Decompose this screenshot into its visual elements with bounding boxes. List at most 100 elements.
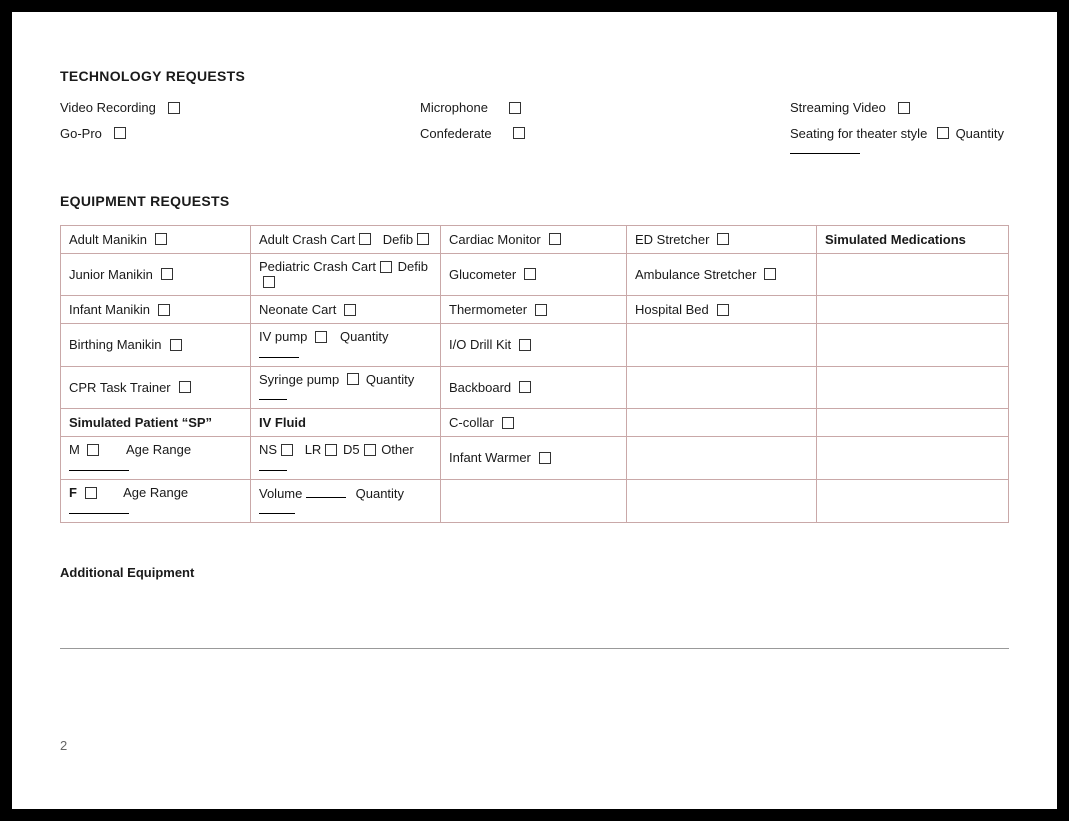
junior-manikin-checkbox[interactable] xyxy=(161,268,173,280)
iv-pump-quantity-label: Quantity xyxy=(340,329,388,344)
adult-manikin-checkbox[interactable] xyxy=(155,233,167,245)
microphone-label: Microphone xyxy=(420,100,488,115)
table-row: Adult Manikin Adult Crash Cart Defib Car… xyxy=(61,226,1009,254)
confederate-checkbox[interactable] xyxy=(513,127,525,139)
other-input[interactable] xyxy=(259,458,287,471)
defib-checkbox-2[interactable] xyxy=(263,276,275,288)
gopro-label: Go-Pro xyxy=(60,126,102,141)
syringe-pump-quantity-label: Quantity xyxy=(366,372,414,387)
table-row: Birthing Manikin IV pump Quantity I/O Dr… xyxy=(61,324,1009,367)
table-row: Simulated Patient “SP” IV Fluid C-collar xyxy=(61,409,1009,437)
sp-f-checkbox[interactable] xyxy=(85,487,97,499)
table-row: F Age Range Volume Quantity xyxy=(61,479,1009,522)
hospital-bed-label: Hospital Bed xyxy=(635,302,709,317)
streaming-video-checkbox[interactable] xyxy=(898,102,910,114)
io-drill-kit-label: I/O Drill Kit xyxy=(449,337,511,352)
ns-checkbox[interactable] xyxy=(281,444,293,456)
backboard-checkbox[interactable] xyxy=(519,381,531,393)
cardiac-monitor-label: Cardiac Monitor xyxy=(449,232,541,247)
adult-manikin-label: Adult Manikin xyxy=(69,232,147,247)
other-label: Other xyxy=(381,442,414,457)
pediatric-crash-cart-label: Pediatric Crash Cart xyxy=(259,259,376,274)
d5-label: D5 xyxy=(343,442,360,457)
io-drill-kit-checkbox[interactable] xyxy=(519,339,531,351)
junior-manikin-label: Junior Manikin xyxy=(69,267,153,282)
syringe-pump-quantity-input[interactable] xyxy=(259,387,287,400)
neonate-cart-label: Neonate Cart xyxy=(259,302,336,317)
sp-m-age-range-label: Age Range xyxy=(126,442,191,457)
volume-input[interactable] xyxy=(306,485,346,498)
simulated-patient-heading: Simulated Patient “SP” xyxy=(69,415,212,430)
ed-stretcher-label: ED Stretcher xyxy=(635,232,709,247)
birthing-manikin-checkbox[interactable] xyxy=(170,339,182,351)
defib-checkbox-1[interactable] xyxy=(417,233,429,245)
microphone-checkbox[interactable] xyxy=(509,102,521,114)
backboard-label: Backboard xyxy=(449,380,511,395)
cpr-task-trainer-label: CPR Task Trainer xyxy=(69,380,171,395)
infant-manikin-checkbox[interactable] xyxy=(158,304,170,316)
document-page: TECHNOLOGY REQUESTS Video Recording Micr… xyxy=(12,12,1057,809)
c-collar-label: C-collar xyxy=(449,415,494,430)
confederate-label: Confederate xyxy=(420,126,492,141)
sp-f-age-range-input[interactable] xyxy=(69,501,129,514)
seating-label: Seating for theater style xyxy=(790,126,927,141)
equipment-requests-heading: EQUIPMENT REQUESTS xyxy=(60,193,1009,209)
lr-checkbox[interactable] xyxy=(325,444,337,456)
thermometer-checkbox[interactable] xyxy=(535,304,547,316)
table-row: CPR Task Trainer Syringe pump Quantity B… xyxy=(61,366,1009,409)
seating-checkbox[interactable] xyxy=(937,127,949,139)
table-row: Junior Manikin Pediatric Crash Cart Defi… xyxy=(61,254,1009,296)
tech-row-1: Video Recording Microphone Streaming Vid… xyxy=(60,100,1009,116)
sp-f-age-range-label: Age Range xyxy=(123,485,188,500)
defib-label-1: Defib xyxy=(383,232,413,247)
cardiac-monitor-checkbox[interactable] xyxy=(549,233,561,245)
simulated-medications-heading: Simulated Medications xyxy=(825,232,966,247)
infant-warmer-label: Infant Warmer xyxy=(449,450,531,465)
page-number: 2 xyxy=(60,738,67,753)
adult-crash-cart-label: Adult Crash Cart xyxy=(259,232,355,247)
syringe-pump-checkbox[interactable] xyxy=(347,373,359,385)
cpr-task-trainer-checkbox[interactable] xyxy=(179,381,191,393)
sp-m-label: M xyxy=(69,442,80,457)
lr-label: LR xyxy=(305,442,322,457)
sp-f-label: F xyxy=(69,485,77,500)
tech-row-2: Go-Pro Confederate Seating for theater s… xyxy=(60,126,1009,158)
fluid-quantity-label: Quantity xyxy=(356,486,404,501)
glucometer-label: Glucometer xyxy=(449,267,516,282)
volume-label: Volume xyxy=(259,486,302,501)
ambulance-stretcher-checkbox[interactable] xyxy=(764,268,776,280)
neonate-cart-checkbox[interactable] xyxy=(344,304,356,316)
video-recording-label: Video Recording xyxy=(60,100,156,115)
ambulance-stretcher-label: Ambulance Stretcher xyxy=(635,267,756,282)
table-row: M Age Range NS LR D5 Other Infant Warmer xyxy=(61,437,1009,480)
birthing-manikin-label: Birthing Manikin xyxy=(69,337,162,352)
seating-quantity-input[interactable] xyxy=(790,141,860,154)
equipment-table: Adult Manikin Adult Crash Cart Defib Car… xyxy=(60,225,1009,523)
footer-divider xyxy=(60,648,1009,649)
iv-pump-quantity-input[interactable] xyxy=(259,345,299,358)
adult-crash-cart-checkbox[interactable] xyxy=(359,233,371,245)
iv-fluid-heading: IV Fluid xyxy=(259,415,306,430)
iv-pump-checkbox[interactable] xyxy=(315,331,327,343)
fluid-quantity-input[interactable] xyxy=(259,501,295,514)
sp-m-age-range-input[interactable] xyxy=(69,458,129,471)
sp-m-checkbox[interactable] xyxy=(87,444,99,456)
ns-label: NS xyxy=(259,442,277,457)
defib-label-2: Defib xyxy=(398,259,428,274)
technology-requests-heading: TECHNOLOGY REQUESTS xyxy=(60,68,1009,84)
glucometer-checkbox[interactable] xyxy=(524,268,536,280)
table-row: Infant Manikin Neonate Cart Thermometer … xyxy=(61,296,1009,324)
infant-manikin-label: Infant Manikin xyxy=(69,302,150,317)
gopro-checkbox[interactable] xyxy=(114,127,126,139)
iv-pump-label: IV pump xyxy=(259,329,307,344)
thermometer-label: Thermometer xyxy=(449,302,527,317)
additional-equipment-heading: Additional Equipment xyxy=(60,565,1009,580)
pediatric-crash-cart-checkbox[interactable] xyxy=(380,261,392,273)
hospital-bed-checkbox[interactable] xyxy=(717,304,729,316)
infant-warmer-checkbox[interactable] xyxy=(539,452,551,464)
streaming-video-label: Streaming Video xyxy=(790,100,886,115)
video-recording-checkbox[interactable] xyxy=(168,102,180,114)
d5-checkbox[interactable] xyxy=(364,444,376,456)
ed-stretcher-checkbox[interactable] xyxy=(717,233,729,245)
c-collar-checkbox[interactable] xyxy=(502,417,514,429)
